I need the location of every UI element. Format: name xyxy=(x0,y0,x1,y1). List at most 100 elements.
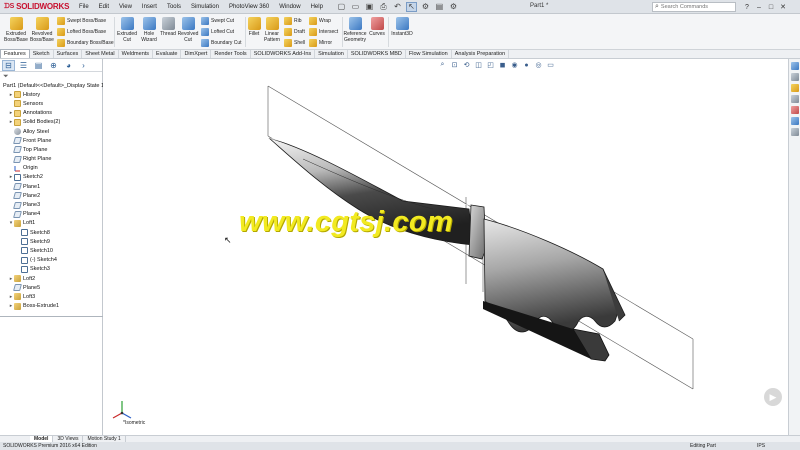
shell-button[interactable]: Shell xyxy=(284,38,305,47)
tree-item[interactable]: ▸ History xyxy=(0,90,102,99)
menu-photoview[interactable]: PhotoView 360 xyxy=(224,4,274,10)
mirror-button[interactable]: Mirror xyxy=(309,38,332,47)
tree-item[interactable]: ▸ Loft3 xyxy=(0,292,102,301)
tree-item[interactable]: ▸ Annotations xyxy=(0,109,102,118)
print-icon[interactable]: ⎙ xyxy=(378,2,389,12)
curves-button[interactable]: Curves xyxy=(368,17,386,37)
tab-analysis-preparation[interactable]: Analysis Preparation xyxy=(452,50,510,58)
design-library-icon[interactable] xyxy=(790,73,799,81)
tree-item[interactable]: Sensors xyxy=(0,99,102,108)
rib-button[interactable]: Rib xyxy=(284,16,302,25)
appearances-icon[interactable] xyxy=(790,106,799,114)
tree-item[interactable]: ▸ Sketch2 xyxy=(0,173,102,182)
draft-button[interactable]: Draft xyxy=(284,27,305,36)
intersect-button[interactable]: Intersect xyxy=(309,27,338,36)
maximize-icon[interactable]: □ xyxy=(766,2,776,12)
tree-item[interactable]: Sketch9 xyxy=(0,237,102,246)
tree-item[interactable]: ▾ Loft1 xyxy=(0,219,102,228)
custom-properties-icon[interactable] xyxy=(790,117,799,125)
tree-item[interactable]: ▸ Loft2 xyxy=(0,274,102,283)
tree-item[interactable]: Front Plane xyxy=(0,136,102,145)
display-manager-tab-icon[interactable]: ◕ xyxy=(62,60,75,71)
view-palette-icon[interactable] xyxy=(790,95,799,103)
help-question-icon[interactable]: ? xyxy=(742,2,752,12)
tree-item[interactable]: ▸ Boss-Extrude1 xyxy=(0,302,102,311)
tree-item[interactable]: Origin xyxy=(0,164,102,173)
filter-funnel-icon[interactable]: ⏷ xyxy=(3,73,9,81)
boundary-cut-button[interactable]: Boundary Cut xyxy=(201,38,242,47)
wrap-button[interactable]: Wrap xyxy=(309,16,331,25)
tree-item[interactable]: Alloy Steel xyxy=(0,127,102,136)
video-play-icon[interactable]: ▶ xyxy=(764,388,782,406)
solidworks-resources-icon[interactable] xyxy=(790,62,799,70)
options-gear-icon[interactable]: ⚙ xyxy=(448,2,459,12)
menu-insert[interactable]: Insert xyxy=(137,4,162,10)
search-input[interactable] xyxy=(660,4,727,10)
close-icon[interactable]: ✕ xyxy=(778,2,788,12)
tab-dimxpert[interactable]: DimXpert xyxy=(181,50,212,58)
menu-tools[interactable]: Tools xyxy=(162,4,186,10)
rebuild-icon[interactable]: ⚙ xyxy=(420,2,431,12)
graphics-viewport[interactable]: ⌕ ⊡ ⟲ ◫ ◰ ◼ ◉ ● ◎ ▭ www.cgtsj.com ↖ *Iso… xyxy=(103,59,788,435)
tab-addins[interactable]: SOLIDWORKS Add-Ins xyxy=(251,50,316,58)
tree-item[interactable]: (-) Sketch4 xyxy=(0,256,102,265)
open-folder-icon[interactable]: ▭ xyxy=(350,2,361,12)
extruded-cut-button[interactable]: Extruded Cut xyxy=(116,17,138,43)
tree-item[interactable]: Sketch8 xyxy=(0,228,102,237)
undo-icon[interactable]: ↶ xyxy=(392,2,403,12)
feature-manager-tab-icon[interactable]: ⊟ xyxy=(2,59,15,71)
swept-cut-button[interactable]: Swept Cut xyxy=(201,16,234,25)
minimize-icon[interactable]: – xyxy=(754,2,764,12)
tab-surfaces[interactable]: Surfaces xyxy=(54,50,83,58)
property-manager-tab-icon[interactable]: ☰ xyxy=(17,60,30,71)
tree-item[interactable]: Plane1 xyxy=(0,182,102,191)
reference-geometry-button[interactable]: Reference Geometry xyxy=(343,17,367,43)
menu-help[interactable]: Help xyxy=(306,4,328,10)
tree-item[interactable]: Sketch10 xyxy=(0,246,102,255)
instant3d-button[interactable]: Instant3D xyxy=(390,17,414,37)
tree-item[interactable]: Part1 (Default<<Default>_Display State 1 xyxy=(0,81,104,90)
lofted-boss-button[interactable]: Lofted Boss/Base xyxy=(57,27,106,36)
tab-weldments[interactable]: Weldments xyxy=(119,50,154,58)
menu-view[interactable]: View xyxy=(114,4,137,10)
revolved-cut-button[interactable]: Revolved Cut xyxy=(177,17,199,43)
thread-button[interactable]: Thread xyxy=(159,17,177,37)
tab-features[interactable]: Features xyxy=(0,49,30,58)
knife-guard[interactable] xyxy=(468,204,487,260)
tab-simulation[interactable]: Simulation xyxy=(315,50,348,58)
new-document-icon[interactable]: ▢ xyxy=(336,2,347,12)
panel-expand-icon[interactable]: › xyxy=(77,60,90,71)
tree-item[interactable]: Sketch3 xyxy=(0,265,102,274)
file-properties-icon[interactable]: ▤ xyxy=(434,2,445,12)
tab-render-tools[interactable]: Render Tools xyxy=(211,50,251,58)
tab-evaluate[interactable]: Evaluate xyxy=(153,50,182,58)
menu-window[interactable]: Window xyxy=(274,4,305,10)
search-commands-box[interactable]: ⌕ xyxy=(652,2,736,12)
lofted-cut-button[interactable]: Lofted Cut xyxy=(201,27,234,36)
menu-simulation[interactable]: Simulation xyxy=(186,4,224,10)
tree-item[interactable]: Top Plane xyxy=(0,145,102,154)
tree-item[interactable]: Plane5 xyxy=(0,283,102,292)
tree-item[interactable]: Plane3 xyxy=(0,200,102,209)
hole-wizard-button[interactable]: Hole Wizard xyxy=(139,17,159,43)
select-arrow-icon[interactable]: ↖ xyxy=(405,1,417,12)
solidworks-logo[interactable]: ᗪS SOLIDWORKS xyxy=(0,0,70,14)
configuration-manager-tab-icon[interactable]: ▤ xyxy=(32,60,45,71)
tree-item[interactable]: Right Plane xyxy=(0,155,102,164)
solidworks-forum-icon[interactable] xyxy=(790,128,799,136)
linear-pattern-button[interactable]: Linear Pattern xyxy=(262,17,282,43)
tree-item[interactable]: Plane4 xyxy=(0,210,102,219)
reference-triad-icon[interactable] xyxy=(111,399,133,421)
tree-item[interactable]: ▸ Solid Bodies(2) xyxy=(0,118,102,127)
tab-flow-simulation[interactable]: Flow Simulation xyxy=(406,50,452,58)
revolved-boss-button[interactable]: Revolved Boss/Base xyxy=(29,17,55,43)
tab-mbd[interactable]: SOLIDWORKS MBD xyxy=(348,50,406,58)
panel-divider[interactable] xyxy=(0,316,103,317)
extruded-boss-button[interactable]: Extruded Boss/Base xyxy=(4,17,28,43)
file-explorer-icon[interactable] xyxy=(790,84,799,92)
units-selector[interactable]: IPS xyxy=(757,443,765,449)
swept-boss-button[interactable]: Swept Boss/Base xyxy=(57,16,106,25)
dimxpert-manager-tab-icon[interactable]: ⊕ xyxy=(47,60,60,71)
boundary-boss-button[interactable]: Boundary Boss/Base xyxy=(57,38,114,47)
fillet-button[interactable]: Fillet xyxy=(246,17,262,37)
